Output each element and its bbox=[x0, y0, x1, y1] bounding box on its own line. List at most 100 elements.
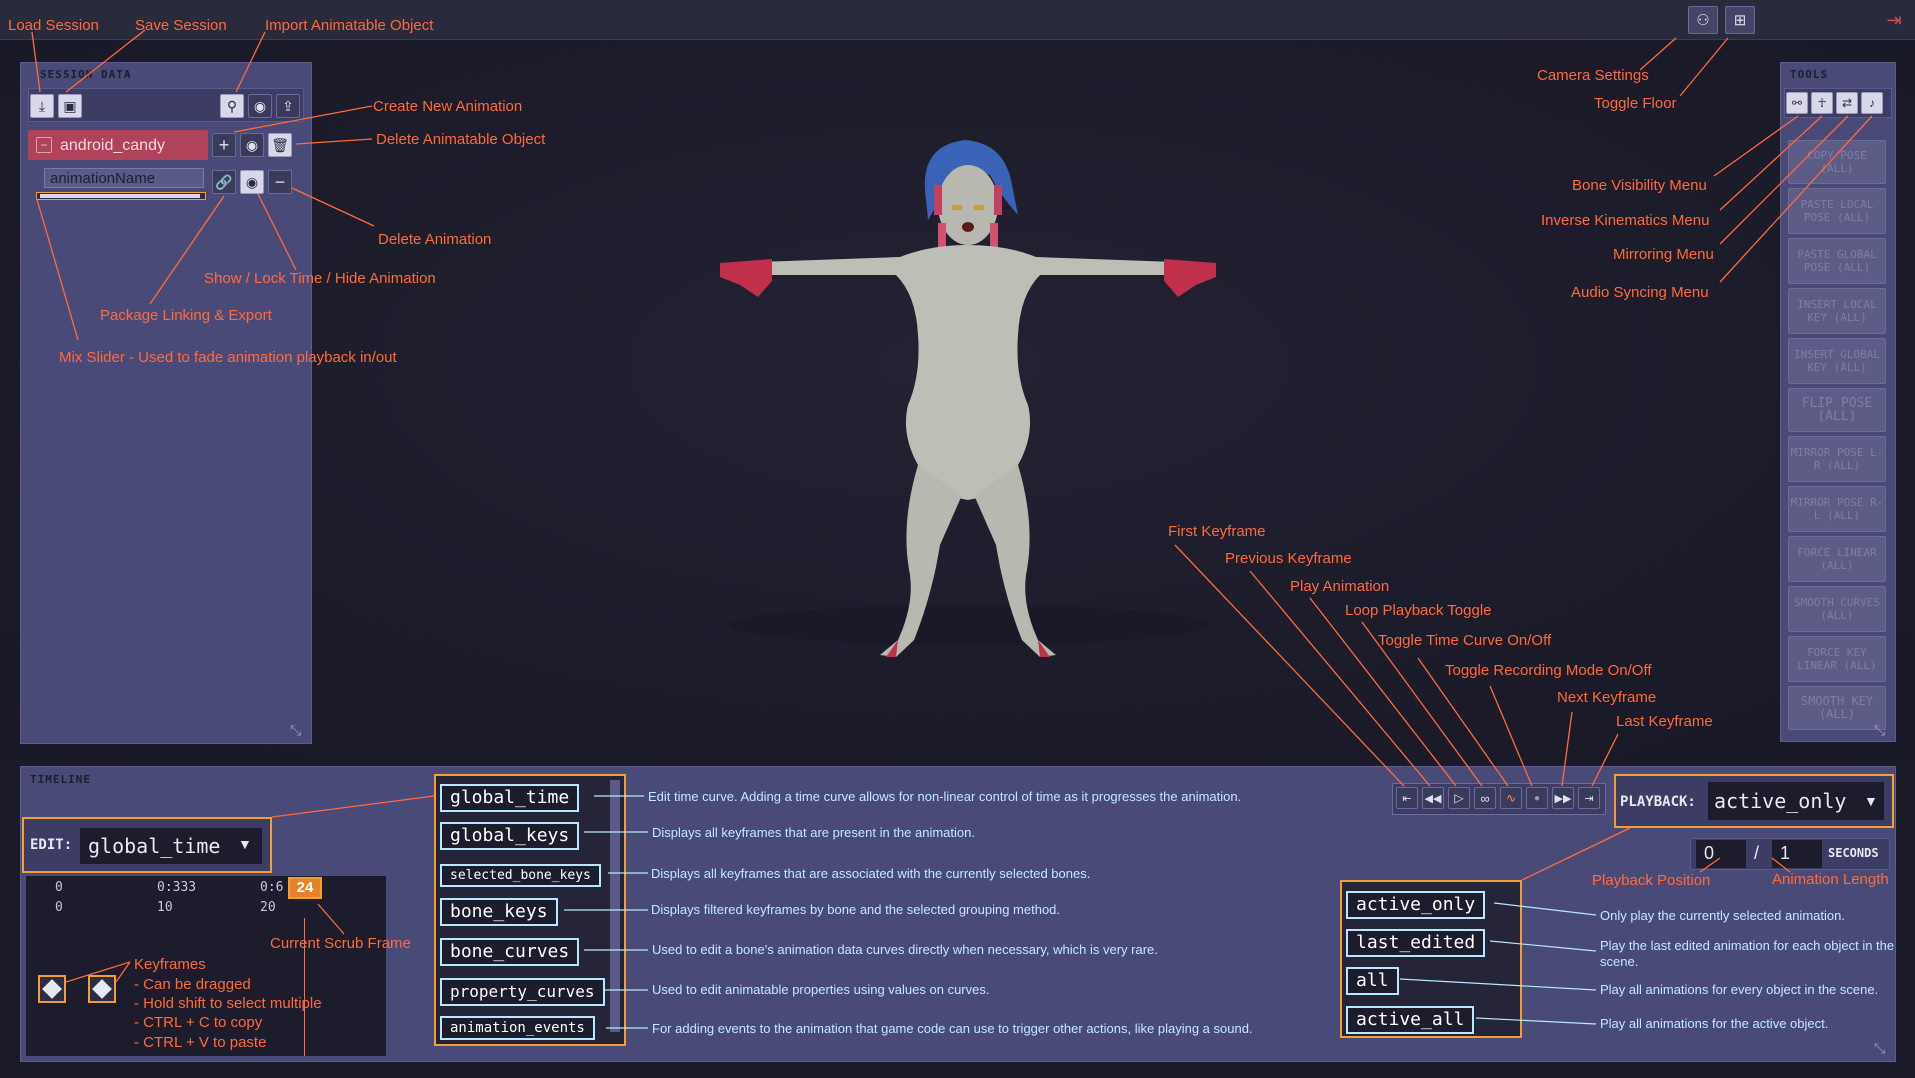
eye-icon: ◉ bbox=[253, 97, 267, 114]
fast-forward-icon: ▶▶ bbox=[1554, 792, 1572, 805]
edit-description: For adding events to the animation that … bbox=[652, 1021, 1253, 1036]
save-icon: ▣ bbox=[63, 97, 77, 114]
edit-description: Displays filtered keyframes by bone and … bbox=[651, 902, 1061, 917]
tool-copy-pose[interactable]: COPY POSE (ALL) bbox=[1788, 140, 1886, 184]
tool-force-linear[interactable]: FORCE LINEAR (ALL) bbox=[1788, 536, 1886, 582]
edit-description: Used to edit a bone's animation data cur… bbox=[652, 942, 1158, 957]
tool-insert-local-key[interactable]: INSERT LOCAL KEY (ALL) bbox=[1788, 288, 1886, 334]
edit-option-global-time[interactable]: global_time bbox=[440, 784, 580, 812]
mirror-icon: ⇄ bbox=[1841, 96, 1853, 110]
collapse-icon[interactable]: − bbox=[36, 137, 52, 153]
time-curve-toggle-button[interactable]: ∿ bbox=[1500, 787, 1522, 809]
edit-option-property-curves[interactable]: property_curves bbox=[440, 978, 605, 1006]
annotation-delete-object: Delete Animatable Object bbox=[376, 131, 546, 148]
edit-option-bone-curves[interactable]: bone_curves bbox=[440, 938, 580, 966]
show-lock-hide-button[interactable]: ◉ bbox=[240, 170, 264, 194]
tool-smooth-key[interactable]: SMOOTH KEY (ALL) bbox=[1788, 686, 1886, 730]
audio-syncing-button[interactable]: ♪ bbox=[1861, 92, 1883, 114]
tool-flip-pose[interactable]: FLIP POSE (ALL) bbox=[1788, 388, 1886, 432]
bone-visibility-button[interactable]: ⚯ bbox=[1786, 92, 1808, 114]
exit-button[interactable]: ⇥ bbox=[1882, 8, 1906, 32]
playback-option-active-all[interactable]: active_all bbox=[1346, 1006, 1475, 1034]
position-separator: / bbox=[1754, 843, 1760, 863]
annotation-current-scrub-frame: Current Scrub Frame bbox=[270, 935, 411, 952]
annotation-save-session: Save Session bbox=[135, 17, 227, 34]
tool-paste-local-pose[interactable]: PASTE LOCAL POSE (ALL) bbox=[1788, 188, 1886, 234]
edit-option-bone-keys[interactable]: bone_keys bbox=[440, 898, 558, 926]
delete-object-button[interactable]: 🗑 bbox=[268, 133, 292, 157]
character-model[interactable] bbox=[700, 135, 1240, 695]
tool-force-key-linear[interactable]: FORCE KEY LINEAR (ALL) bbox=[1788, 636, 1886, 682]
annotation-time-curve-toggle: Toggle Time Curve On/Off bbox=[1378, 632, 1552, 649]
next-keyframe-button[interactable]: ▶▶ bbox=[1552, 787, 1574, 809]
edit-option-animation-events[interactable]: animation_events bbox=[440, 1016, 595, 1040]
annotation-inverse-kinematics: Inverse Kinematics Menu bbox=[1541, 212, 1710, 229]
loop-toggle-button[interactable]: ∞ bbox=[1474, 787, 1496, 809]
delete-animation-button[interactable]: − bbox=[268, 170, 292, 194]
annotation-load-session: Load Session bbox=[8, 17, 99, 34]
ruler-bottom-0: 0 bbox=[55, 900, 63, 915]
skip-start-icon: ⇤ bbox=[1402, 792, 1412, 805]
tool-mirror-pose-lr[interactable]: MIRROR POSE L-R (ALL) bbox=[1788, 436, 1886, 482]
tool-mirror-pose-rl[interactable]: MIRROR POSE R-L (ALL) bbox=[1788, 486, 1886, 532]
playback-description: Play the last edited animation for each … bbox=[1600, 938, 1895, 969]
edit-description: Displays all keyframes that are associat… bbox=[651, 866, 1091, 881]
last-keyframe-button[interactable]: ⇥ bbox=[1578, 787, 1600, 809]
resize-icon[interactable]: ⤡ bbox=[290, 722, 301, 739]
chevron-down-icon: ▼ bbox=[238, 836, 252, 852]
session-data-panel bbox=[20, 62, 312, 744]
edit-option-global-keys[interactable]: global_keys bbox=[440, 822, 580, 850]
speaker-icon: ♪ bbox=[1869, 96, 1875, 110]
curve-icon: ∿ bbox=[1505, 791, 1517, 805]
playback-dropdown-value: active_only bbox=[1714, 789, 1847, 813]
play-button[interactable]: ▷ bbox=[1448, 787, 1470, 809]
playback-option-last-edited[interactable]: last_edited bbox=[1346, 929, 1486, 957]
annotation-next-keyframe: Next Keyframe bbox=[1557, 689, 1657, 706]
inverse-kinematics-button[interactable]: ☥ bbox=[1811, 92, 1833, 114]
annotation-keyframes-title: Keyframes bbox=[134, 956, 206, 973]
export-button[interactable]: ⇪ bbox=[276, 94, 300, 118]
chevron-down-icon: ▼ bbox=[1864, 793, 1878, 809]
edit-option-selected-bone-keys[interactable]: selected_bone_keys bbox=[440, 864, 601, 887]
playback-description: Play all animations for the active objec… bbox=[1600, 1016, 1829, 1031]
object-visibility-button[interactable]: ◉ bbox=[248, 94, 272, 118]
timeline-resize-icon[interactable]: ⤡ bbox=[1874, 1040, 1885, 1057]
tools-panel-title: TOOLS bbox=[1790, 68, 1829, 81]
annotation-create-animation: Create New Animation bbox=[373, 98, 523, 115]
save-session-button[interactable]: ▣ bbox=[58, 94, 82, 118]
annotation-mix-slider: Mix Slider - Used to fade animation play… bbox=[59, 349, 397, 366]
record-icon: ● bbox=[1533, 792, 1541, 804]
floor-grid-icon: ⊞ bbox=[1733, 12, 1747, 29]
tool-smooth-curves[interactable]: SMOOTH CURVES (ALL) bbox=[1788, 586, 1886, 632]
first-keyframe-button[interactable]: ⇤ bbox=[1396, 787, 1418, 809]
rewind-icon: ◀◀ bbox=[1424, 792, 1442, 805]
annotation-toggle-floor: Toggle Floor bbox=[1594, 95, 1677, 112]
mix-slider-fill bbox=[40, 194, 200, 198]
recording-toggle-button[interactable]: ● bbox=[1526, 787, 1548, 809]
annotation-keyframes-line: - CTRL + V to paste bbox=[134, 1034, 267, 1051]
mirroring-button[interactable]: ⇄ bbox=[1836, 92, 1858, 114]
tools-resize-icon[interactable]: ⤡ bbox=[1874, 722, 1885, 739]
playback-option-all[interactable]: all bbox=[1346, 967, 1399, 995]
playback-option-active-only[interactable]: active_only bbox=[1346, 891, 1486, 919]
scrub-frame-badge[interactable]: 24 bbox=[288, 877, 322, 899]
annotation-last-keyframe: Last Keyframe bbox=[1616, 713, 1713, 730]
annotation-bone-visibility: Bone Visibility Menu bbox=[1572, 177, 1707, 194]
create-animation-button[interactable]: + bbox=[212, 133, 236, 157]
object-eye-button[interactable]: ◉ bbox=[240, 133, 264, 157]
tool-insert-global-key[interactable]: INSERT GLOBAL KEY (ALL) bbox=[1788, 338, 1886, 384]
annotation-delete-animation: Delete Animation bbox=[378, 231, 492, 248]
session-panel-title: SESSION DATA bbox=[40, 68, 132, 81]
eye-icon: ◉ bbox=[245, 136, 259, 153]
loop-icon: ∞ bbox=[1480, 790, 1490, 806]
import-object-button[interactable]: ⚲ bbox=[220, 94, 244, 118]
edit-options-scrollbar[interactable] bbox=[610, 780, 620, 1032]
annotation-keyframes-line: - Hold shift to select multiple bbox=[134, 995, 322, 1012]
skip-end-icon: ⇥ bbox=[1584, 792, 1594, 805]
tool-paste-global-pose[interactable]: PASTE GLOBAL POSE (ALL) bbox=[1788, 238, 1886, 284]
camera-settings-button[interactable]: ⚇ bbox=[1688, 6, 1718, 34]
load-session-button[interactable]: ⤓ bbox=[30, 94, 54, 118]
toggle-floor-button[interactable]: ⊞ bbox=[1725, 6, 1755, 34]
package-link-button[interactable]: 🔗 bbox=[212, 170, 236, 194]
previous-keyframe-button[interactable]: ◀◀ bbox=[1422, 787, 1444, 809]
